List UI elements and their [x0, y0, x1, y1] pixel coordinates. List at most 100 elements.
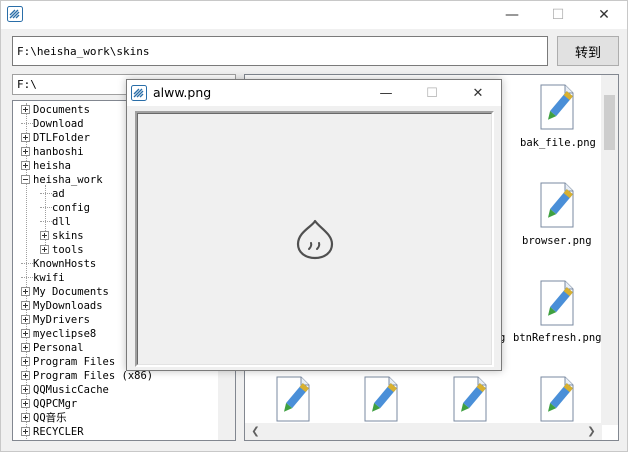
- tree-item-label: skins: [52, 230, 84, 242]
- file-name-label[interactable]: bak_file.png: [520, 137, 596, 149]
- expand-icon[interactable]: [21, 301, 30, 310]
- preview-frame: [137, 113, 492, 365]
- tree-item[interactable]: DTLFolder: [21, 131, 90, 145]
- tree-item-label: config: [52, 202, 90, 214]
- tree-item[interactable]: MyDownloads: [21, 299, 103, 313]
- tree-item[interactable]: RECYCLER: [21, 425, 84, 439]
- tree-item[interactable]: myeclipse8: [21, 327, 96, 341]
- tree-item[interactable]: heisha_work: [21, 173, 103, 187]
- go-button[interactable]: 转到: [557, 36, 619, 66]
- tree-connector: [40, 193, 52, 194]
- file-horizontal-scrollbar[interactable]: ❮ ❯: [245, 423, 602, 440]
- tree-item-label: Personal: [33, 342, 84, 354]
- tree-item[interactable]: skins: [40, 229, 84, 243]
- app-logo-icon: [131, 85, 147, 101]
- tree-connector: [21, 263, 33, 264]
- minimize-button[interactable]: —: [489, 1, 535, 29]
- file-vertical-scroll-thumb[interactable]: [604, 95, 615, 150]
- expand-icon[interactable]: [40, 231, 49, 240]
- image-file-icon[interactable]: [537, 181, 577, 229]
- app-logo-icon: [7, 6, 23, 22]
- tree-item[interactable]: MyDrivers: [21, 313, 90, 327]
- expand-icon[interactable]: [21, 329, 30, 338]
- file-name-label[interactable]: browser.png: [522, 235, 592, 247]
- file-vertical-scrollbar[interactable]: [601, 75, 618, 425]
- tree-item-label: RECYCLER: [33, 426, 84, 438]
- expand-icon[interactable]: [21, 287, 30, 296]
- image-preview-dialog: alww.png — ☐ ✕: [126, 79, 502, 371]
- expand-icon[interactable]: [21, 413, 30, 422]
- tree-item-label: myeclipse8: [33, 328, 97, 340]
- tree-item-label: KnownHosts: [33, 258, 97, 270]
- image-file-icon[interactable]: [273, 375, 313, 423]
- close-button[interactable]: ✕: [581, 1, 627, 29]
- tree-item[interactable]: heisha: [21, 159, 71, 173]
- tree-item[interactable]: hanboshi: [21, 145, 84, 159]
- dialog-minimize-button[interactable]: —: [363, 80, 409, 106]
- loading-face-icon: [296, 219, 334, 260]
- tree-item-label: MyDrivers: [33, 314, 90, 326]
- maximize-button[interactable]: ☐: [535, 1, 581, 29]
- image-file-icon[interactable]: [537, 375, 577, 423]
- tree-item[interactable]: Program Files (x86): [21, 369, 153, 383]
- tree-item[interactable]: QQPCMgr: [21, 397, 77, 411]
- tree-item[interactable]: config: [40, 201, 90, 215]
- tree-item[interactable]: tools: [40, 243, 84, 257]
- expand-icon[interactable]: [21, 161, 30, 170]
- tree-connector: [40, 221, 52, 222]
- tree-item-label: hanboshi: [33, 146, 84, 158]
- expand-icon[interactable]: [21, 385, 30, 394]
- dialog-title: alww.png: [153, 85, 212, 100]
- expand-icon[interactable]: [21, 371, 30, 380]
- tree-item[interactable]: Personal: [21, 341, 84, 355]
- tree-item[interactable]: Documents: [21, 103, 90, 117]
- tree-connector: [21, 123, 33, 124]
- tree-item-label: tools: [52, 244, 84, 256]
- dialog-close-button[interactable]: ✕: [455, 80, 501, 106]
- tree-item-label: QQ音乐: [33, 412, 67, 424]
- tree-item-label: Program Files (x86): [33, 370, 154, 382]
- image-file-icon[interactable]: [450, 375, 490, 423]
- image-file-icon[interactable]: [537, 279, 577, 327]
- tree-item[interactable]: QQMusicCache: [21, 383, 109, 397]
- expand-icon[interactable]: [21, 357, 30, 366]
- tree-item[interactable]: dll: [40, 215, 71, 229]
- tree-item-label: ad: [52, 188, 65, 200]
- tree-item-label: kwifi: [33, 272, 65, 284]
- tree-item-label: heisha_work: [33, 174, 103, 186]
- dialog-maximize-button[interactable]: ☐: [409, 80, 455, 106]
- expand-icon[interactable]: [40, 245, 49, 254]
- tree-item-label: Documents: [33, 104, 90, 116]
- tree-item[interactable]: My Documents: [21, 285, 109, 299]
- collapse-icon[interactable]: [21, 175, 30, 184]
- tree-item[interactable]: KnownHosts: [21, 257, 96, 271]
- expand-icon[interactable]: [21, 105, 30, 114]
- expand-icon[interactable]: [21, 147, 30, 156]
- expand-icon[interactable]: [21, 343, 30, 352]
- tree-item[interactable]: ad: [40, 187, 65, 201]
- tree-item-label: My Documents: [33, 286, 109, 298]
- expand-icon[interactable]: [21, 315, 30, 324]
- tree-item-label: DTLFolder: [33, 132, 90, 144]
- tree-item[interactable]: QQ音乐: [21, 411, 67, 425]
- image-preview-area: [135, 111, 494, 367]
- tree-item-label: Download: [33, 118, 84, 130]
- expand-icon[interactable]: [21, 399, 30, 408]
- tree-item-label: MyDownloads: [33, 300, 103, 312]
- image-file-icon[interactable]: [361, 375, 401, 423]
- file-name-label[interactable]: btnRefresh.png: [513, 332, 602, 344]
- tree-connector: [21, 277, 33, 278]
- expand-icon[interactable]: [21, 133, 30, 142]
- tree-item[interactable]: kwifi: [21, 271, 65, 285]
- path-input[interactable]: F:\heisha_work\skins: [12, 36, 548, 66]
- scroll-left-arrow-icon[interactable]: ❮: [247, 423, 264, 440]
- tree-connector: [40, 207, 52, 208]
- image-file-icon[interactable]: [537, 83, 577, 131]
- tree-item[interactable]: Program Files: [21, 355, 115, 369]
- dialog-title-bar[interactable]: alww.png — ☐ ✕: [127, 80, 501, 106]
- expand-icon[interactable]: [21, 427, 30, 436]
- tree-item-label: QQMusicCache: [33, 384, 109, 396]
- tree-item[interactable]: Download: [21, 117, 84, 131]
- title-bar[interactable]: — ☐ ✕: [1, 1, 627, 29]
- scroll-right-arrow-icon[interactable]: ❯: [583, 423, 600, 440]
